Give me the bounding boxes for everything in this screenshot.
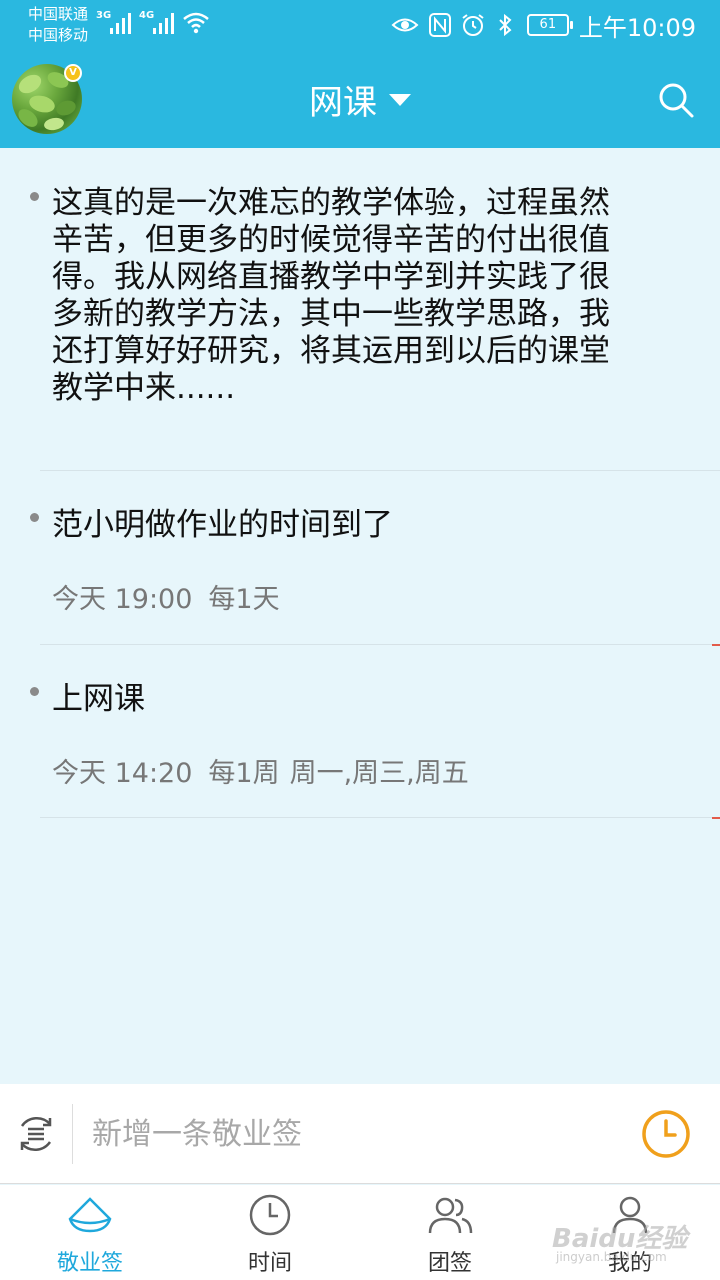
list-item[interactable]: 上网课 今天 14:20 每1周 周一,周三,周五 <box>30 645 720 819</box>
nav-header: V 网课 <box>0 50 720 148</box>
tab-label: 团签 <box>427 1251 472 1276</box>
list-item[interactable]: 范小明做作业的时间到了 今天 19:00 每1天 <box>30 471 720 646</box>
note-days: 周一,周三,周五 <box>289 758 469 789</box>
tab-time[interactable]: 时间 <box>180 1185 360 1280</box>
list-item[interactable]: 这真的是一次难忘的教学体验，过程虽然辛苦，但更多的时候觉得辛苦的付出很值得。我从… <box>30 148 720 471</box>
bullet-dot <box>30 513 39 522</box>
status-time: 上午10:09 <box>578 13 696 42</box>
note-repeat: 每1周 <box>208 758 280 789</box>
note-text: 范小明做作业的时间到了 <box>52 507 393 543</box>
nfc-icon <box>428 13 451 37</box>
alarm-clock-icon <box>462 14 484 36</box>
tab-label: 敬业签 <box>56 1251 123 1276</box>
note-time: 今天 14:20 <box>52 758 193 789</box>
clock-icon <box>249 1194 291 1236</box>
tab-label: 时间 <box>247 1251 292 1276</box>
list-refresh-icon[interactable] <box>14 1112 58 1156</box>
new-note-input[interactable] <box>92 1106 612 1162</box>
new-note-bar <box>0 1084 720 1184</box>
carrier-2: 中国移动 <box>28 26 89 44</box>
carrier-info: 中国联通 中国移动 <box>28 4 88 46</box>
note-meta: 今天 14:20 每1周 周一,周三,周五 <box>40 751 469 790</box>
caret-down-icon <box>389 94 411 106</box>
carrier-1: 中国联通 <box>28 5 89 23</box>
note-meta: 今天 19:00 每1天 <box>40 577 280 616</box>
signal-1-icon <box>110 13 131 34</box>
note-text: 这真的是一次难忘的教学体验，过程虽然辛苦，但更多的时候觉得辛苦的付出很值得。我从… <box>52 185 610 406</box>
note-text: 上网课 <box>52 681 145 717</box>
notes-list: 这真的是一次难忘的教学体验，过程虽然辛苦，但更多的时候觉得辛苦的付出很值得。我从… <box>0 148 720 819</box>
status-right: 61 上午10:09 <box>391 8 696 42</box>
edge-marker <box>712 817 720 819</box>
signal-2-icon <box>153 13 174 34</box>
note-boat-icon <box>68 1197 112 1233</box>
input-divider <box>72 1104 73 1164</box>
title-dropdown[interactable]: 网课 <box>0 50 720 148</box>
watermark-url: jingyan.baidu.com <box>556 1250 667 1264</box>
wifi-icon <box>183 12 209 34</box>
note-repeat: 每1天 <box>208 584 280 615</box>
bullet-dot <box>30 192 39 201</box>
tab-notes[interactable]: 敬业签 <box>0 1185 180 1280</box>
battery-indicator: 61 <box>526 14 573 36</box>
tab-group[interactable]: 团签 <box>360 1185 540 1280</box>
app-header-area: 中国联通 中国移动 3G 4G 61 上午10:09 V 网课 <box>0 0 720 148</box>
search-icon[interactable] <box>656 80 696 120</box>
bullet-dot <box>30 687 39 696</box>
group-icon <box>428 1197 473 1234</box>
status-bar: 中国联通 中国移动 3G 4G 61 上午10:09 <box>0 0 720 50</box>
eye-comfort-icon <box>391 18 419 32</box>
bluetooth-icon <box>499 13 512 37</box>
note-time: 今天 19:00 <box>52 584 193 615</box>
reminder-clock-icon[interactable] <box>640 1108 692 1160</box>
page-title: 网课 <box>309 82 377 123</box>
